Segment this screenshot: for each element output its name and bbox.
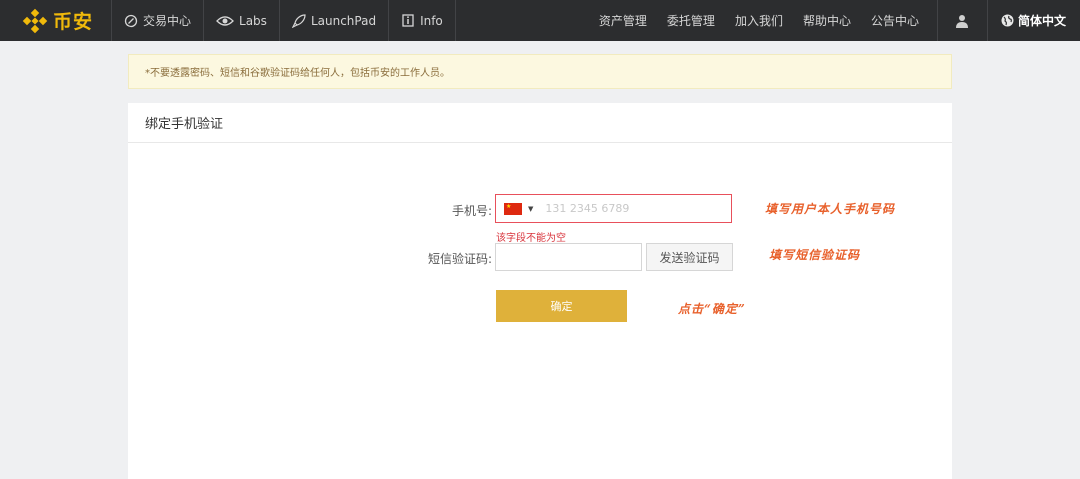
nav-item-label: Info [420,13,443,28]
nav-right: 资产管理 委托管理 加入我们 帮助中心 公告中心 简体中文 [589,0,1080,41]
language-label: 简体中文 [1017,14,1066,28]
top-nav: 币安 交易中心 Labs LaunchPad Info 资产管理 委托管理 加入… [0,0,1080,41]
annotation-phone: 填写用户本人手机号码 [765,202,896,216]
phone-input[interactable] [545,202,716,215]
eye-icon [216,14,234,28]
phone-error: 该字段不能为空 [496,233,566,244]
china-flag-icon[interactable] [504,202,522,215]
nav-item-exchange[interactable]: 交易中心 [112,0,205,41]
confirm-button[interactable]: 确定 [496,290,627,322]
nav-item-info[interactable]: Info [389,0,456,41]
sms-code-input[interactable] [495,243,642,271]
binance-logo-icon [22,8,48,33]
language-selector[interactable]: 简体中文 [986,0,1080,41]
globe-icon [1001,14,1014,27]
nav-item-label: 交易中心 [143,14,192,28]
nav-link-assets[interactable]: 资产管理 [589,12,657,29]
phone-label: 手机号: [451,204,492,218]
user-icon [956,14,969,28]
nav-item-label: Labs [239,13,267,28]
logo-text: 币安 [53,11,94,33]
info-icon [401,14,415,28]
user-menu[interactable] [936,0,987,41]
logo[interactable]: 币安 [0,0,112,41]
nav-link-help[interactable]: 帮助中心 [793,12,861,29]
annotation-sms: 填写短信验证码 [769,248,861,262]
exchange-icon [124,14,138,28]
chevron-down-icon[interactable]: ▼ [528,205,533,213]
card-title: 绑定手机验证 [128,103,952,143]
annotation-confirm: 点击“确定” [678,302,746,316]
nav-item-launchpad[interactable]: LaunchPad [280,0,390,41]
nav-link-orders[interactable]: 委托管理 [657,12,725,29]
rocket-icon [291,13,306,28]
sms-label: 短信验证码: [427,252,492,266]
nav-item-label: LaunchPad [310,13,377,28]
nav-item-labs[interactable]: Labs [204,0,280,41]
nav-link-announcements[interactable]: 公告中心 [861,12,929,29]
security-warning: *不要透露密码、短信和谷歌验证码给任何人，包括币安的工作人员。 [128,54,952,89]
phone-field[interactable]: ▼ [495,194,732,223]
nav-link-join[interactable]: 加入我们 [725,12,793,29]
send-code-button[interactable]: 发送验证码 [646,243,733,271]
